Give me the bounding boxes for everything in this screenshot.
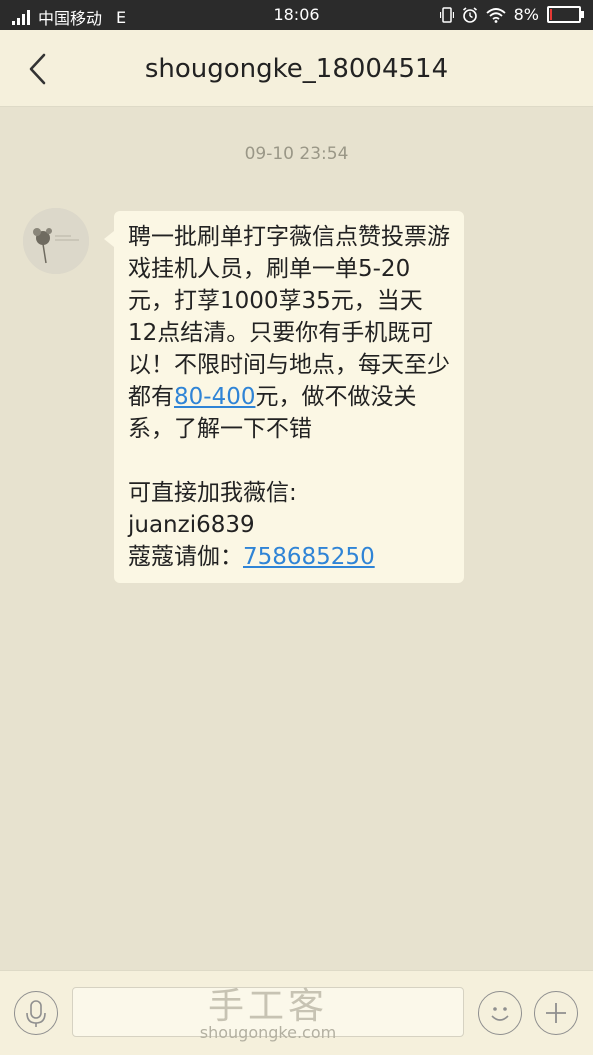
- message-bubble[interactable]: 聘一批刷单打字薇信点赞投票游戏挂机人员，刷单一单5-20元，打莩1000莩35元…: [104, 211, 464, 583]
- conversation-header: shougongke_18004514: [0, 30, 593, 107]
- message-timestamp: 09-10 23:54: [244, 144, 349, 164]
- microphone-icon: [26, 1000, 46, 1027]
- message-body: 聘一批刷单打字薇信点赞投票游戏挂机人员，刷单一单5-20元，打莩1000莩35元…: [128, 221, 450, 445]
- status-right: 8%: [439, 5, 584, 24]
- smiley-icon: [491, 1007, 509, 1021]
- qq-number-link[interactable]: 758685250: [243, 544, 375, 570]
- watermark-url: shougongke.com: [199, 1023, 337, 1042]
- qq-label: 蔻蔻请伽：: [128, 544, 243, 570]
- vibrate-icon: [439, 6, 454, 23]
- emoji-button[interactable]: [478, 991, 522, 1035]
- watermark-logo-text: 手工客: [207, 986, 328, 1027]
- attach-plus-button[interactable]: [534, 991, 578, 1035]
- amount-link[interactable]: 80-400: [174, 384, 255, 410]
- sender-avatar[interactable]: [23, 208, 89, 274]
- battery-percent: 8%: [513, 5, 539, 24]
- wifi-icon: [486, 7, 506, 23]
- plus-icon: [546, 1003, 566, 1023]
- alarm-icon: [462, 6, 477, 23]
- voice-input-button[interactable]: [14, 991, 58, 1035]
- message-text-part1: 聘一批刷单打字薇信点赞投票游戏挂机人员，刷单一单5-20元，打莩1000莩35元…: [128, 224, 450, 410]
- wechat-label: 可直接加我薇信:: [128, 480, 297, 506]
- avatar-image: [23, 208, 89, 274]
- contact-title: shougongke_18004514: [144, 54, 449, 84]
- status-bar: 中国移动 E 18:06 8%: [0, 0, 593, 30]
- battery-level-fill: [550, 9, 552, 20]
- wechat-id: juanzi6839: [128, 512, 255, 538]
- battery-icon: [547, 6, 584, 23]
- input-bar: 手工客 shougongke.com: [0, 970, 593, 1055]
- qq-line: 蔻蔻请伽：758685250: [128, 541, 450, 573]
